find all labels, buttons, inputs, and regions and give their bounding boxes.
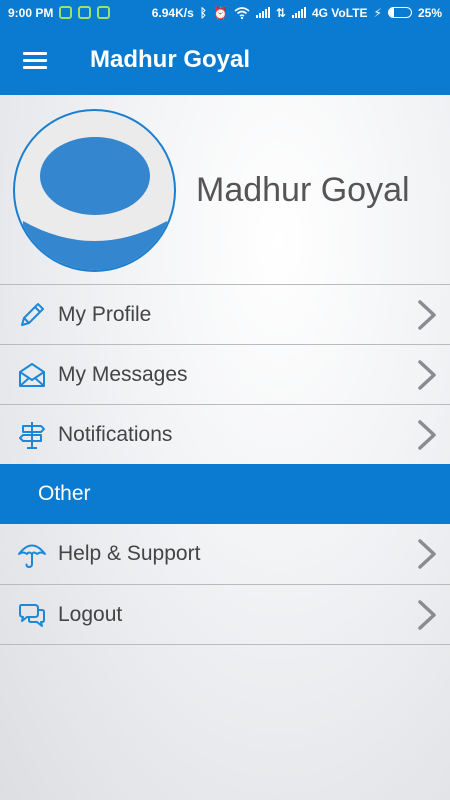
pencil-icon bbox=[16, 299, 48, 331]
chat-bubbles-icon bbox=[16, 599, 48, 631]
menu-item-label: My Messages bbox=[58, 362, 188, 386]
signal-icon bbox=[291, 7, 306, 18]
status-time: 9:00 PM bbox=[8, 5, 54, 20]
chevron-right-icon bbox=[418, 300, 436, 330]
wifi-icon bbox=[234, 6, 250, 19]
notification-app-icon bbox=[78, 6, 92, 19]
chevron-right-icon bbox=[418, 539, 436, 569]
default-avatar-icon bbox=[23, 137, 167, 270]
menu-item-notifications[interactable]: Notifications bbox=[0, 404, 450, 464]
section-header-other: Other bbox=[0, 464, 450, 524]
battery-icon bbox=[387, 7, 412, 18]
battery-percent: 25% bbox=[417, 5, 442, 20]
menu-item-label: Notifications bbox=[58, 422, 173, 446]
umbrella-icon bbox=[16, 538, 48, 570]
chevron-right-icon bbox=[418, 600, 436, 630]
avatar[interactable] bbox=[13, 109, 176, 272]
menu-button[interactable] bbox=[0, 25, 70, 95]
menu-item-logout[interactable]: Logout bbox=[0, 584, 450, 645]
charging-icon: ⚡ bbox=[373, 5, 382, 20]
menu-item-help-support[interactable]: Help & Support bbox=[0, 524, 450, 584]
hamburger-menu-icon bbox=[23, 48, 47, 73]
network-type: 4G VoLTE bbox=[311, 5, 368, 20]
envelope-icon bbox=[16, 359, 48, 391]
alarm-icon: ⏰ bbox=[212, 5, 228, 20]
signpost-icon bbox=[16, 419, 48, 451]
menu-item-label: My Profile bbox=[58, 302, 152, 326]
notification-app-icon bbox=[97, 6, 111, 19]
bluetooth-icon: ᛒ bbox=[199, 5, 207, 20]
app-bar: Madhur Goyal bbox=[0, 25, 450, 95]
notification-app-icon bbox=[59, 6, 73, 19]
network-speed: 6.94K/s bbox=[151, 5, 194, 20]
profile-name: Madhur Goyal bbox=[196, 171, 410, 209]
chevron-right-icon bbox=[418, 420, 436, 450]
app-bar-title: Madhur Goyal bbox=[90, 46, 251, 73]
profile-header: Madhur Goyal bbox=[0, 95, 450, 285]
menu-list: My Profile My Messages Notifications Oth… bbox=[0, 284, 450, 645]
data-transfer-icon: ⇅ bbox=[275, 5, 286, 20]
menu-item-label: Help & Support bbox=[58, 542, 201, 565]
menu-item-label: Logout bbox=[58, 602, 123, 626]
menu-item-my-profile[interactable]: My Profile bbox=[0, 284, 450, 344]
menu-item-my-messages[interactable]: My Messages bbox=[0, 344, 450, 404]
chevron-right-icon bbox=[418, 360, 436, 390]
signal-icon bbox=[255, 7, 270, 18]
status-bar: 9:00 PM 6.94K/s ᛒ ⏰ ⇅ 4G VoLTE ⚡ 25% bbox=[0, 0, 450, 25]
